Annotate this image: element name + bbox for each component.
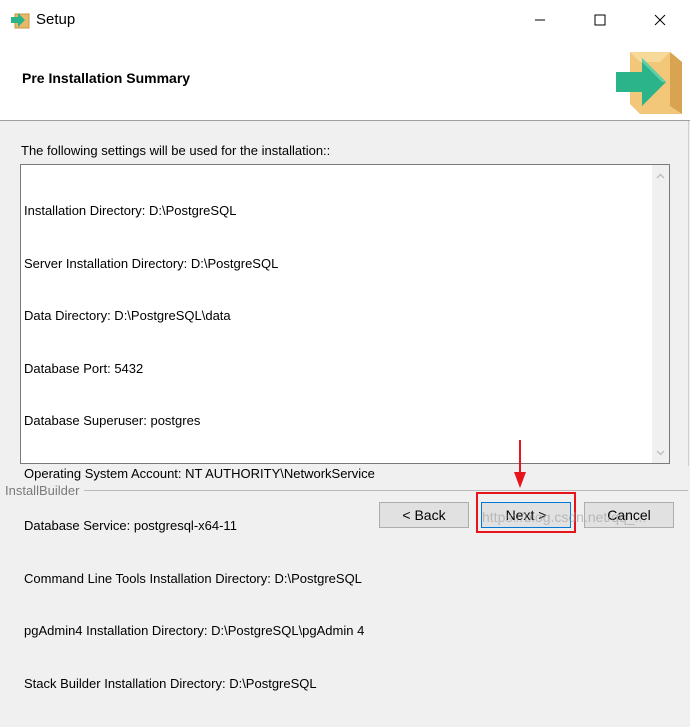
summary-line: Operating System Account: NT AUTHORITY\N… <box>24 465 375 481</box>
page-title: Pre Installation Summary <box>22 70 191 86</box>
installer-box-arrow-icon <box>11 13 30 29</box>
maximize-icon <box>594 14 606 26</box>
summary-intro: The following settings will be used for … <box>21 143 331 158</box>
summary-line: Installation Directory: D:\PostgreSQL <box>24 203 237 218</box>
scroll-down-button[interactable] <box>652 444 669 461</box>
vertical-scrollbar[interactable] <box>652 165 669 463</box>
minimize-icon <box>535 19 545 21</box>
summary-line: pgAdmin4 Installation Directory: D:\Post… <box>24 623 365 638</box>
close-button[interactable] <box>630 0 690 40</box>
summary-line: Stack Builder Installation Directory: D:… <box>24 675 317 691</box>
summary-lines: Installation Directory: D:\PostgreSQL Se… <box>24 167 644 727</box>
wizard-header: Pre Installation Summary <box>0 40 690 121</box>
back-button[interactable]: < Back <box>379 502 469 528</box>
footer-divider <box>84 490 688 491</box>
summary-line: Server Installation Directory: D:\Postgr… <box>24 255 279 271</box>
summary-line: Database Superuser: postgres <box>24 413 201 428</box>
maximize-button[interactable] <box>570 0 630 40</box>
summary-line: Database Port: 5432 <box>24 360 144 376</box>
summary-line: Command Line Tools Installation Director… <box>24 570 362 586</box>
red-arrow-icon <box>514 440 526 488</box>
summary-textbox[interactable]: Installation Directory: D:\PostgreSQL Se… <box>20 164 670 691</box>
title-bar: Setup <box>0 0 690 40</box>
installer-box-arrow-icon <box>616 52 682 114</box>
scroll-up-button[interactable] <box>652 167 669 184</box>
summary-line: Data Directory: D:\PostgreSQL\data <box>24 308 231 323</box>
minimize-button[interactable] <box>510 0 570 40</box>
chevron-down-icon <box>656 450 665 455</box>
chevron-up-icon <box>656 173 665 178</box>
close-icon <box>654 14 666 26</box>
installbuilder-brand: InstallBuilder <box>5 483 80 498</box>
window-title: Setup <box>36 11 76 28</box>
watermark-text: https://blog.csdn.net/qq_... <box>482 509 647 525</box>
